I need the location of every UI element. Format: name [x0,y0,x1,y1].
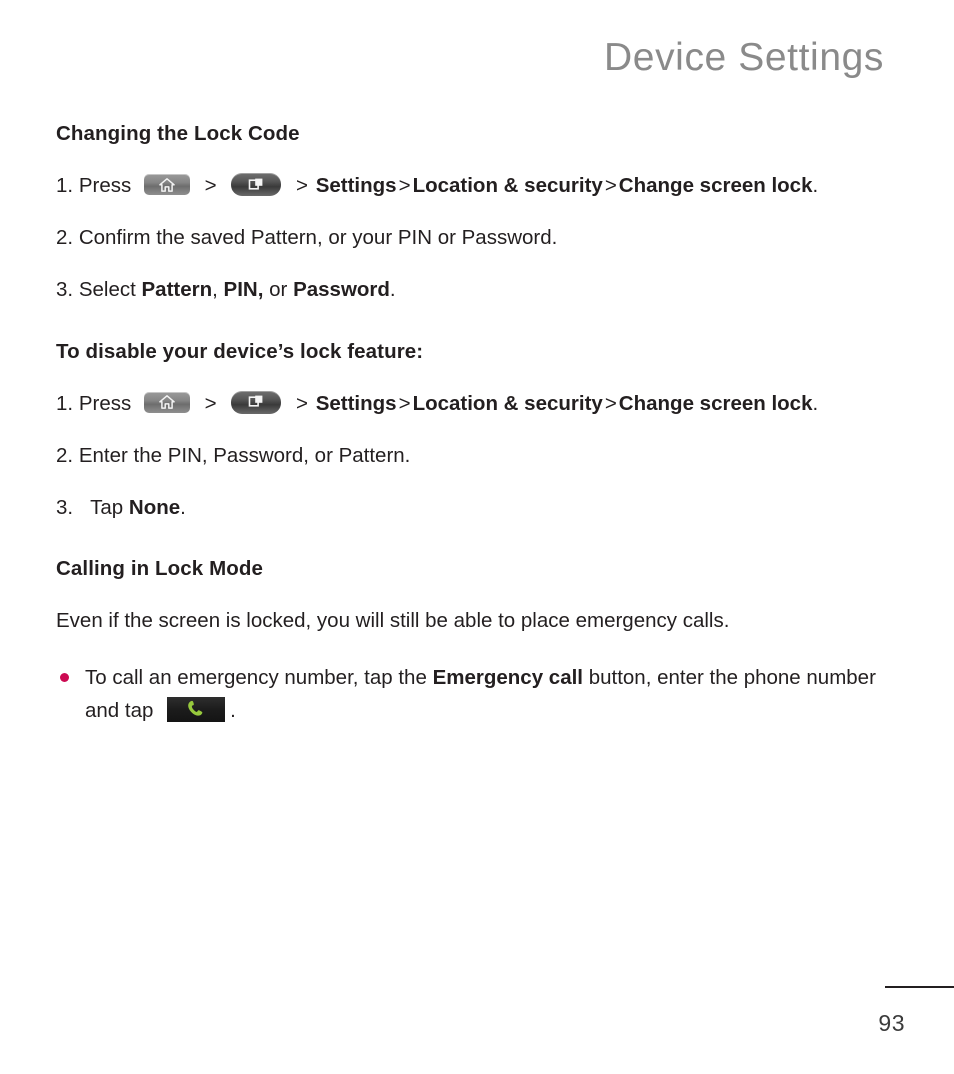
call-button-icon [167,696,226,722]
step-3-select-lock-type: 3. Select Pattern, PIN, or Password. [56,277,901,303]
step-number: 1. [56,174,74,197]
conjunction: or [269,278,288,302]
page-number: 93 [878,1010,905,1036]
breadcrumb-location-security: Location & security [412,391,603,415]
step-verb: Press [78,174,132,197]
footer-divider [885,986,954,988]
path-separator: > [296,391,308,415]
option-none: None [128,496,181,520]
sentence-period: . [812,391,819,415]
breadcrumb-location-security: Location & security [412,174,603,197]
path-separator: > [204,391,217,415]
list-item: To call an emergency number, tap the Eme… [56,661,901,727]
option-password: Password [293,278,390,302]
path-separator: > [604,174,617,197]
option-pattern: Pattern [141,278,213,302]
bullet-text-part1: To call an emergency number, tap the [85,665,427,689]
sentence-period: . [389,278,396,302]
sentence-period: . [230,698,236,722]
document-page: Device Settings Changing the Lock Code 1… [0,0,954,1074]
running-header-title: Device Settings [604,36,884,79]
breadcrumb-settings: Settings [315,391,397,415]
emergency-call-bullet-list: To call an emergency number, tap the Eme… [56,661,901,727]
home-key-icon [143,174,190,196]
step-number: 3. [56,496,74,520]
sentence-period: . [180,496,186,520]
menu-key-icon [231,173,282,197]
step-text: Enter the PIN, Password, or Pattern. [78,443,411,467]
breadcrumb-change-screen-lock: Change screen lock [618,174,813,197]
path-separator: > [604,391,617,415]
sentence-period: . [812,174,819,197]
step-number: 3. [56,278,74,302]
path-separator: > [204,174,217,197]
disable-step-1-press-path: 1. Press > > Settings>Location & securit… [56,390,901,417]
breadcrumb-settings: Settings [315,174,397,197]
comma: , [212,278,218,302]
path-separator: > [398,391,411,415]
menu-key-icon [231,390,282,414]
step-verb: Tap [90,496,124,520]
page-content: Changing the Lock Code 1. Press > > Sett… [56,122,901,727]
step-1-press-path: 1. Press > > Settings>Location & securit… [56,173,901,199]
option-pin: PIN, [223,278,264,302]
step-text: Confirm the saved Pattern, or your PIN o… [78,226,558,250]
disable-step-3-tap-none: 3. Tap None. [56,495,901,521]
step-number: 2. [56,443,74,467]
bullet-dot-icon [60,672,69,682]
step-2-confirm-pattern: 2. Confirm the saved Pattern, or your PI… [56,225,901,251]
emergency-call-label: Emergency call [432,665,583,689]
breadcrumb-change-screen-lock: Change screen lock [618,391,813,415]
path-separator: > [398,174,411,197]
step-number: 1. [56,391,74,415]
disable-step-2-enter-credentials: 2. Enter the PIN, Password, or Pattern. [56,443,901,469]
step-verb: Select [78,278,136,302]
home-key-icon [143,391,190,413]
section-heading-changing-lock-code: Changing the Lock Code [56,122,300,145]
section-heading-disable-lock-feature: To disable your device’s lock feature: [56,339,424,363]
calling-lock-mode-intro: Even if the screen is locked, you will s… [56,609,730,633]
step-number: 2. [56,226,74,250]
path-separator: > [296,174,308,197]
step-verb: Press [78,391,132,415]
section-heading-calling-in-lock-mode: Calling in Lock Mode [56,557,264,581]
